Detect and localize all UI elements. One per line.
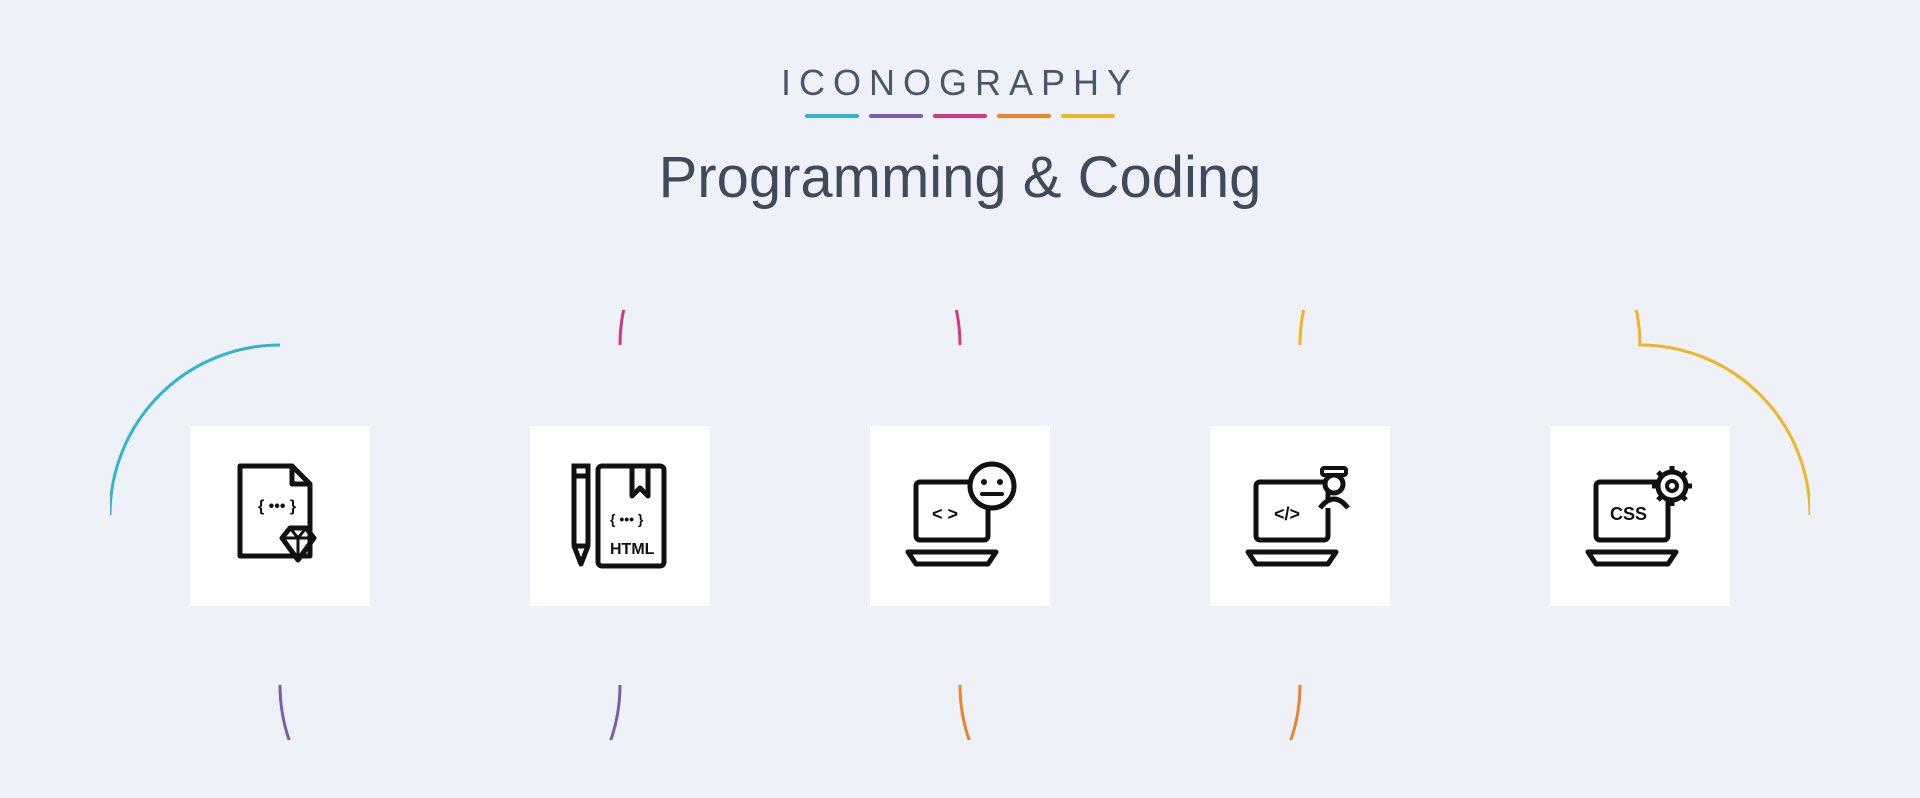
icon-tile: { ••• } HTML [530,426,710,606]
icon-row: { ••• } { ••• } HTML < > [0,426,1920,606]
svg-text:< >: < > [932,504,958,524]
icon-tile: { ••• } [190,426,370,606]
svg-text:{ ••• }: { ••• } [610,511,644,527]
icon-tile: < > [870,426,1050,606]
svg-text:CSS: CSS [1610,504,1647,524]
svg-text:HTML: HTML [610,541,655,558]
icon-tile: CSS [1550,426,1730,606]
laptop-css-gear-icon: CSS [1580,456,1700,576]
brand-label: ICONOGRAPHY [0,62,1920,104]
brand-underline [0,114,1920,118]
svg-text:{ ••• }: { ••• } [258,498,296,515]
page-title: Programming & Coding [0,144,1920,211]
code-file-diamond-icon: { ••• } [220,456,340,576]
laptop-emoji-code-icon: < > [900,456,1020,576]
icon-tile: </> [1210,426,1390,606]
html-book-pen-icon: { ••• } HTML [560,456,680,576]
laptop-developer-icon: </> [1240,456,1360,576]
svg-text:</>: </> [1274,504,1300,524]
